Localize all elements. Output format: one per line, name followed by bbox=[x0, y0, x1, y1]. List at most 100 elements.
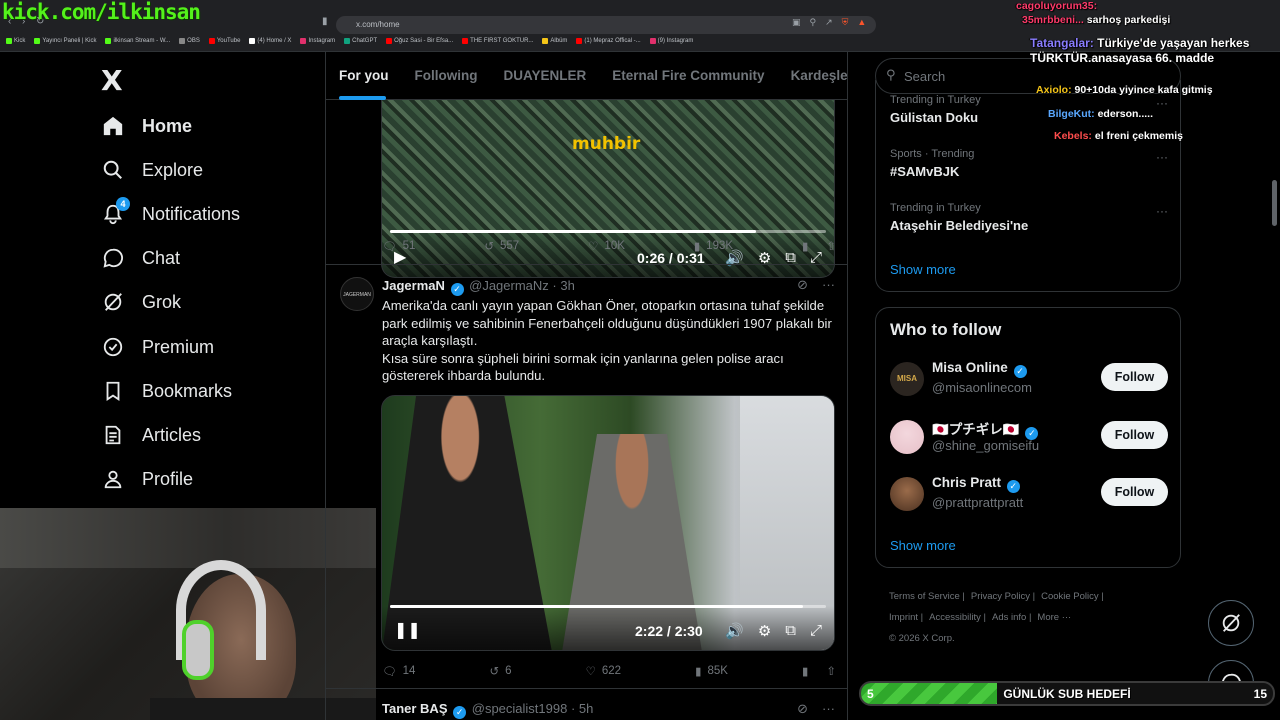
footer-link[interactable]: Privacy Policy | bbox=[971, 591, 1035, 602]
grok-post-icon[interactable]: ⊘ bbox=[797, 277, 808, 293]
account-name[interactable]: Misa Online ✓ bbox=[932, 360, 1029, 378]
repost-button[interactable]: ↺ 6 bbox=[489, 664, 511, 678]
share-post-icon[interactable]: ⇧ bbox=[826, 664, 836, 678]
footer-link[interactable]: Accessibility | bbox=[929, 612, 986, 623]
volume-icon[interactable]: 🔊 bbox=[725, 622, 744, 640]
feed-tab[interactable]: Eternal Fire Community bbox=[599, 52, 777, 99]
footer-link[interactable]: Cookie Policy | bbox=[1041, 591, 1104, 602]
cast-icon[interactable]: ▣ bbox=[792, 17, 801, 28]
nav-premium[interactable]: Premium bbox=[100, 329, 214, 365]
bookmark-item[interactable]: Oğuz Sasi - Bir Efsa... bbox=[386, 38, 453, 44]
views-button[interactable]: ▮ 85K bbox=[695, 664, 728, 678]
like-button[interactable]: ♡ 622 bbox=[586, 664, 622, 678]
nav-explore[interactable]: Explore bbox=[100, 152, 203, 188]
bookmark-favicon-icon bbox=[34, 38, 41, 44]
bookmark-page-icon[interactable]: ▮ bbox=[322, 16, 328, 27]
more-icon[interactable]: ··· bbox=[1156, 204, 1168, 218]
show-more-link[interactable]: Show more bbox=[890, 538, 956, 553]
author-handle[interactable]: @specialist1998 bbox=[472, 701, 568, 716]
share-post-icon[interactable]: ⇧ bbox=[826, 239, 836, 253]
nav-chat[interactable]: Chat bbox=[100, 240, 180, 276]
bookmark-item[interactable]: Albüm bbox=[542, 38, 567, 44]
brave-rewards-icon[interactable]: ▲ bbox=[857, 17, 866, 28]
video-progress[interactable] bbox=[390, 230, 826, 233]
more-icon[interactable]: ··· bbox=[822, 277, 835, 293]
bookmark-post-icon[interactable]: ▮ bbox=[802, 239, 808, 253]
grok-float-button[interactable] bbox=[1208, 600, 1254, 646]
views-button[interactable]: ▮ 193K bbox=[694, 239, 733, 253]
follow-suggestion[interactable]: Chris Pratt ✓ @prattprattpratt Follow bbox=[890, 475, 1168, 515]
bookmark-item[interactable]: ChatGPT bbox=[344, 38, 377, 44]
post-time[interactable]: 3h bbox=[560, 278, 574, 293]
feed-tab[interactable]: Following bbox=[402, 52, 491, 99]
follow-button[interactable]: Follow bbox=[1101, 421, 1168, 449]
bookmark-item[interactable]: Yayıncı Paneli | Kick bbox=[34, 38, 96, 44]
bookmark-item[interactable]: (9) Instagram bbox=[649, 38, 693, 44]
more-icon[interactable]: ··· bbox=[822, 701, 835, 717]
settings-icon[interactable]: ⚙ bbox=[758, 622, 771, 640]
fullscreen-icon[interactable]: ⤢ bbox=[810, 622, 822, 640]
bookmark-item[interactable]: (4) Home / X bbox=[249, 38, 291, 44]
feed-tab[interactable]: DUAYENLER bbox=[491, 52, 600, 99]
follow-suggestion[interactable]: 🇯🇵プチギレ🇯🇵 ✓ @shine_gomiseifu Follow bbox=[890, 418, 1168, 458]
follow-button[interactable]: Follow bbox=[1101, 363, 1168, 391]
footer-link[interactable]: Terms of Service | bbox=[889, 591, 965, 602]
avatar[interactable]: MISA bbox=[890, 362, 924, 396]
nav-grok[interactable]: Grok bbox=[100, 284, 181, 320]
account-name[interactable]: Chris Pratt ✓ bbox=[932, 475, 1022, 493]
grok-post-icon[interactable]: ⊘ bbox=[797, 701, 808, 717]
nav-articles[interactable]: Articles bbox=[100, 417, 201, 453]
repost-button[interactable]: ↺ 557 bbox=[484, 239, 519, 253]
author-name[interactable]: JagermaN bbox=[382, 278, 445, 293]
trend-item[interactable]: Trending in Turkey Ataşehir Belediyesi'n… bbox=[890, 202, 1168, 233]
pip-icon[interactable]: ⧉ bbox=[785, 622, 796, 640]
follow-suggestion[interactable]: MISA Misa Online ✓ @misaonlinecom Follow bbox=[890, 360, 1168, 400]
video-progress[interactable] bbox=[390, 605, 826, 608]
follow-button[interactable]: Follow bbox=[1101, 478, 1168, 506]
feed-tab[interactable]: Kardeşler Kı bbox=[778, 52, 847, 99]
nav-home[interactable]: Home bbox=[100, 108, 192, 144]
bookmark-item[interactable]: Instagram bbox=[300, 38, 335, 44]
nav-profile[interactable]: Profile bbox=[100, 461, 193, 497]
show-more-link[interactable]: Show more bbox=[890, 262, 956, 277]
author-handle[interactable]: @JagermaNz bbox=[469, 278, 549, 293]
brave-shield-icon[interactable]: ⛨ bbox=[842, 17, 849, 28]
bookmark-label: YouTube bbox=[216, 38, 241, 44]
nav-label: Bookmarks bbox=[142, 380, 233, 401]
footer-link[interactable]: More ··· bbox=[1037, 612, 1071, 623]
x-logo[interactable]: X bbox=[101, 64, 123, 97]
nav-bookmarks[interactable]: Bookmarks bbox=[100, 373, 232, 409]
reply-button[interactable]: 🗨 51 bbox=[382, 239, 415, 253]
post2-video[interactable]: ❚❚ 2:22 / 2:30 🔊 ⚙ ⧉ ⤢ bbox=[381, 395, 835, 651]
pause-icon[interactable]: ❚❚ bbox=[394, 620, 421, 640]
bookmark-item[interactable]: (1) Mepraz Offical -... bbox=[576, 38, 641, 44]
account-name[interactable]: 🇯🇵プチギレ🇯🇵 ✓ bbox=[932, 418, 1040, 440]
nav-notifications[interactable]: 4 Notifications bbox=[100, 196, 240, 232]
share-icon[interactable]: ↗ bbox=[825, 17, 833, 28]
like-button[interactable]: ♡ 10K bbox=[588, 239, 625, 253]
bookmark-label: Yayıncı Paneli | Kick bbox=[42, 38, 97, 44]
author-name[interactable]: Taner BAŞ bbox=[382, 701, 448, 716]
bookmark-label: OBS bbox=[187, 38, 200, 44]
bookmark-item[interactable]: OBS bbox=[179, 38, 200, 44]
post2[interactable]: JAGERMAN JagermaN ✓ @JagermaNz · 3h ⊘ ··… bbox=[326, 264, 847, 688]
post-time[interactable]: 5h bbox=[579, 701, 593, 716]
bookmark-item[interactable]: THE FIRST GOKTUR... bbox=[462, 38, 533, 44]
bookmark-item[interactable]: Kick bbox=[6, 38, 25, 44]
avatar[interactable] bbox=[890, 420, 924, 454]
bookmark-item[interactable]: YouTube bbox=[208, 38, 241, 44]
video-brand-logo: muhbir bbox=[572, 134, 641, 154]
bookmark-post-icon[interactable]: ▮ bbox=[802, 664, 808, 678]
avatar[interactable] bbox=[890, 477, 924, 511]
footer-link[interactable]: Imprint | bbox=[889, 612, 923, 623]
feed-tab[interactable]: For you bbox=[326, 52, 402, 100]
footer-link[interactable]: Ads info | bbox=[992, 612, 1031, 623]
post3[interactable]: Taner BAŞ ✓ @specialist1998 · 5h ⊘ ··· bbox=[326, 688, 847, 720]
page-scrollbar[interactable] bbox=[1272, 180, 1277, 226]
reply-button[interactable]: 🗨 14 bbox=[382, 664, 415, 678]
bookmark-item[interactable]: ilkinsan Stream - W... bbox=[105, 38, 170, 44]
avatar[interactable]: JAGERMAN bbox=[340, 277, 374, 311]
verified-icon: ✓ bbox=[453, 706, 467, 719]
chat-username: Kebels: bbox=[1054, 130, 1095, 142]
zoom-icon[interactable]: ⚲ bbox=[810, 17, 817, 28]
